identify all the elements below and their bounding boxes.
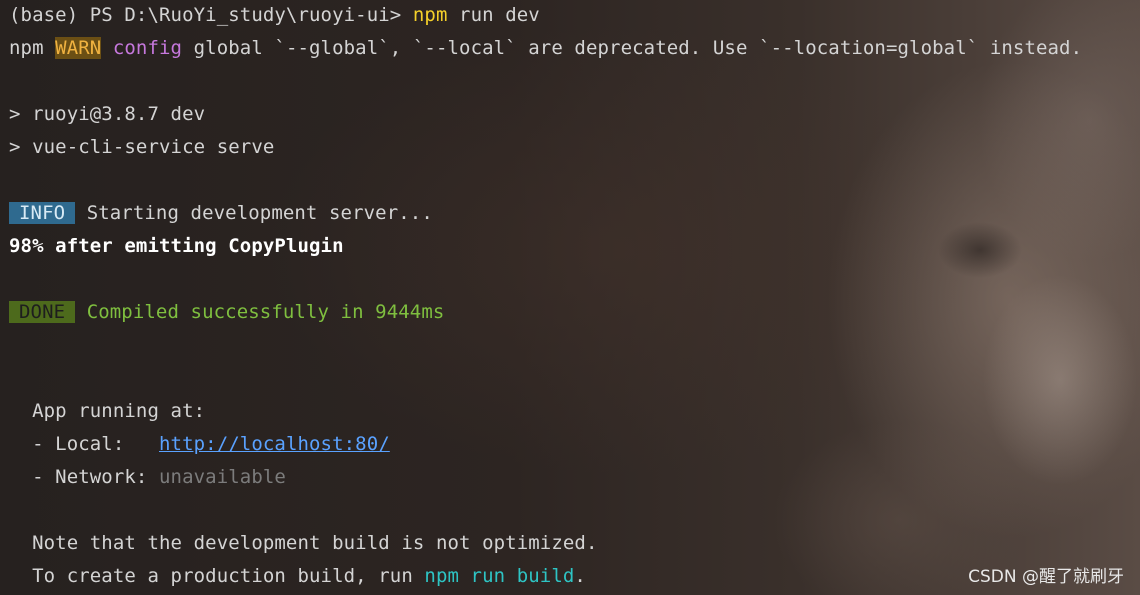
app-running-line: App running at: xyxy=(9,400,206,422)
warn-line: npm WARN config global `--global`, `--lo… xyxy=(9,33,1140,66)
command-args: run dev xyxy=(447,4,540,26)
csdn-watermark: CSDN @醒了就刷牙 xyxy=(968,567,1124,587)
warn-config: config xyxy=(101,37,183,59)
shell-prompt: (base) PS D:\RuoYi_study\ruoyi-ui> xyxy=(9,4,413,26)
info-line: INFO Starting development server... xyxy=(9,198,1140,231)
local-url-link[interactable]: http://localhost:80/ xyxy=(159,433,390,455)
terminal-output[interactable]: (base) PS D:\RuoYi_study\ruoyi-ui> npm r… xyxy=(9,0,1140,594)
done-message: Compiled successfully in 9444ms xyxy=(75,301,445,323)
prompt-line: (base) PS D:\RuoYi_study\ruoyi-ui> npm r… xyxy=(9,0,1140,33)
warn-badge: WARN xyxy=(55,37,102,59)
network-label: - Network: xyxy=(9,466,160,488)
local-label: - Local: xyxy=(9,433,160,455)
done-line: DONE Compiled successfully in 9444ms xyxy=(9,297,1140,330)
warn-prefix: npm xyxy=(9,37,56,59)
build-suffix: . xyxy=(574,565,586,587)
local-url-line: - Local: http://localhost:80/ xyxy=(9,429,1140,462)
build-command: npm run build xyxy=(424,565,575,587)
script-line-2: > vue-cli-service serve xyxy=(9,136,275,158)
progress-line: 98% after emitting CopyPlugin xyxy=(9,235,344,257)
command-npm: npm xyxy=(412,4,448,26)
network-value: unavailable xyxy=(159,466,286,488)
build-prefix: To create a production build, run xyxy=(9,565,425,587)
warn-message: global `--global`, `--local` are depreca… xyxy=(182,37,1083,59)
script-line-1: > ruoyi@3.8.7 dev xyxy=(9,103,206,125)
note-line: Note that the development build is not o… xyxy=(9,532,598,554)
info-message: Starting development server... xyxy=(75,202,433,224)
done-badge: DONE xyxy=(9,301,76,323)
info-badge: INFO xyxy=(9,202,76,224)
network-line: - Network: unavailable xyxy=(9,462,1140,495)
